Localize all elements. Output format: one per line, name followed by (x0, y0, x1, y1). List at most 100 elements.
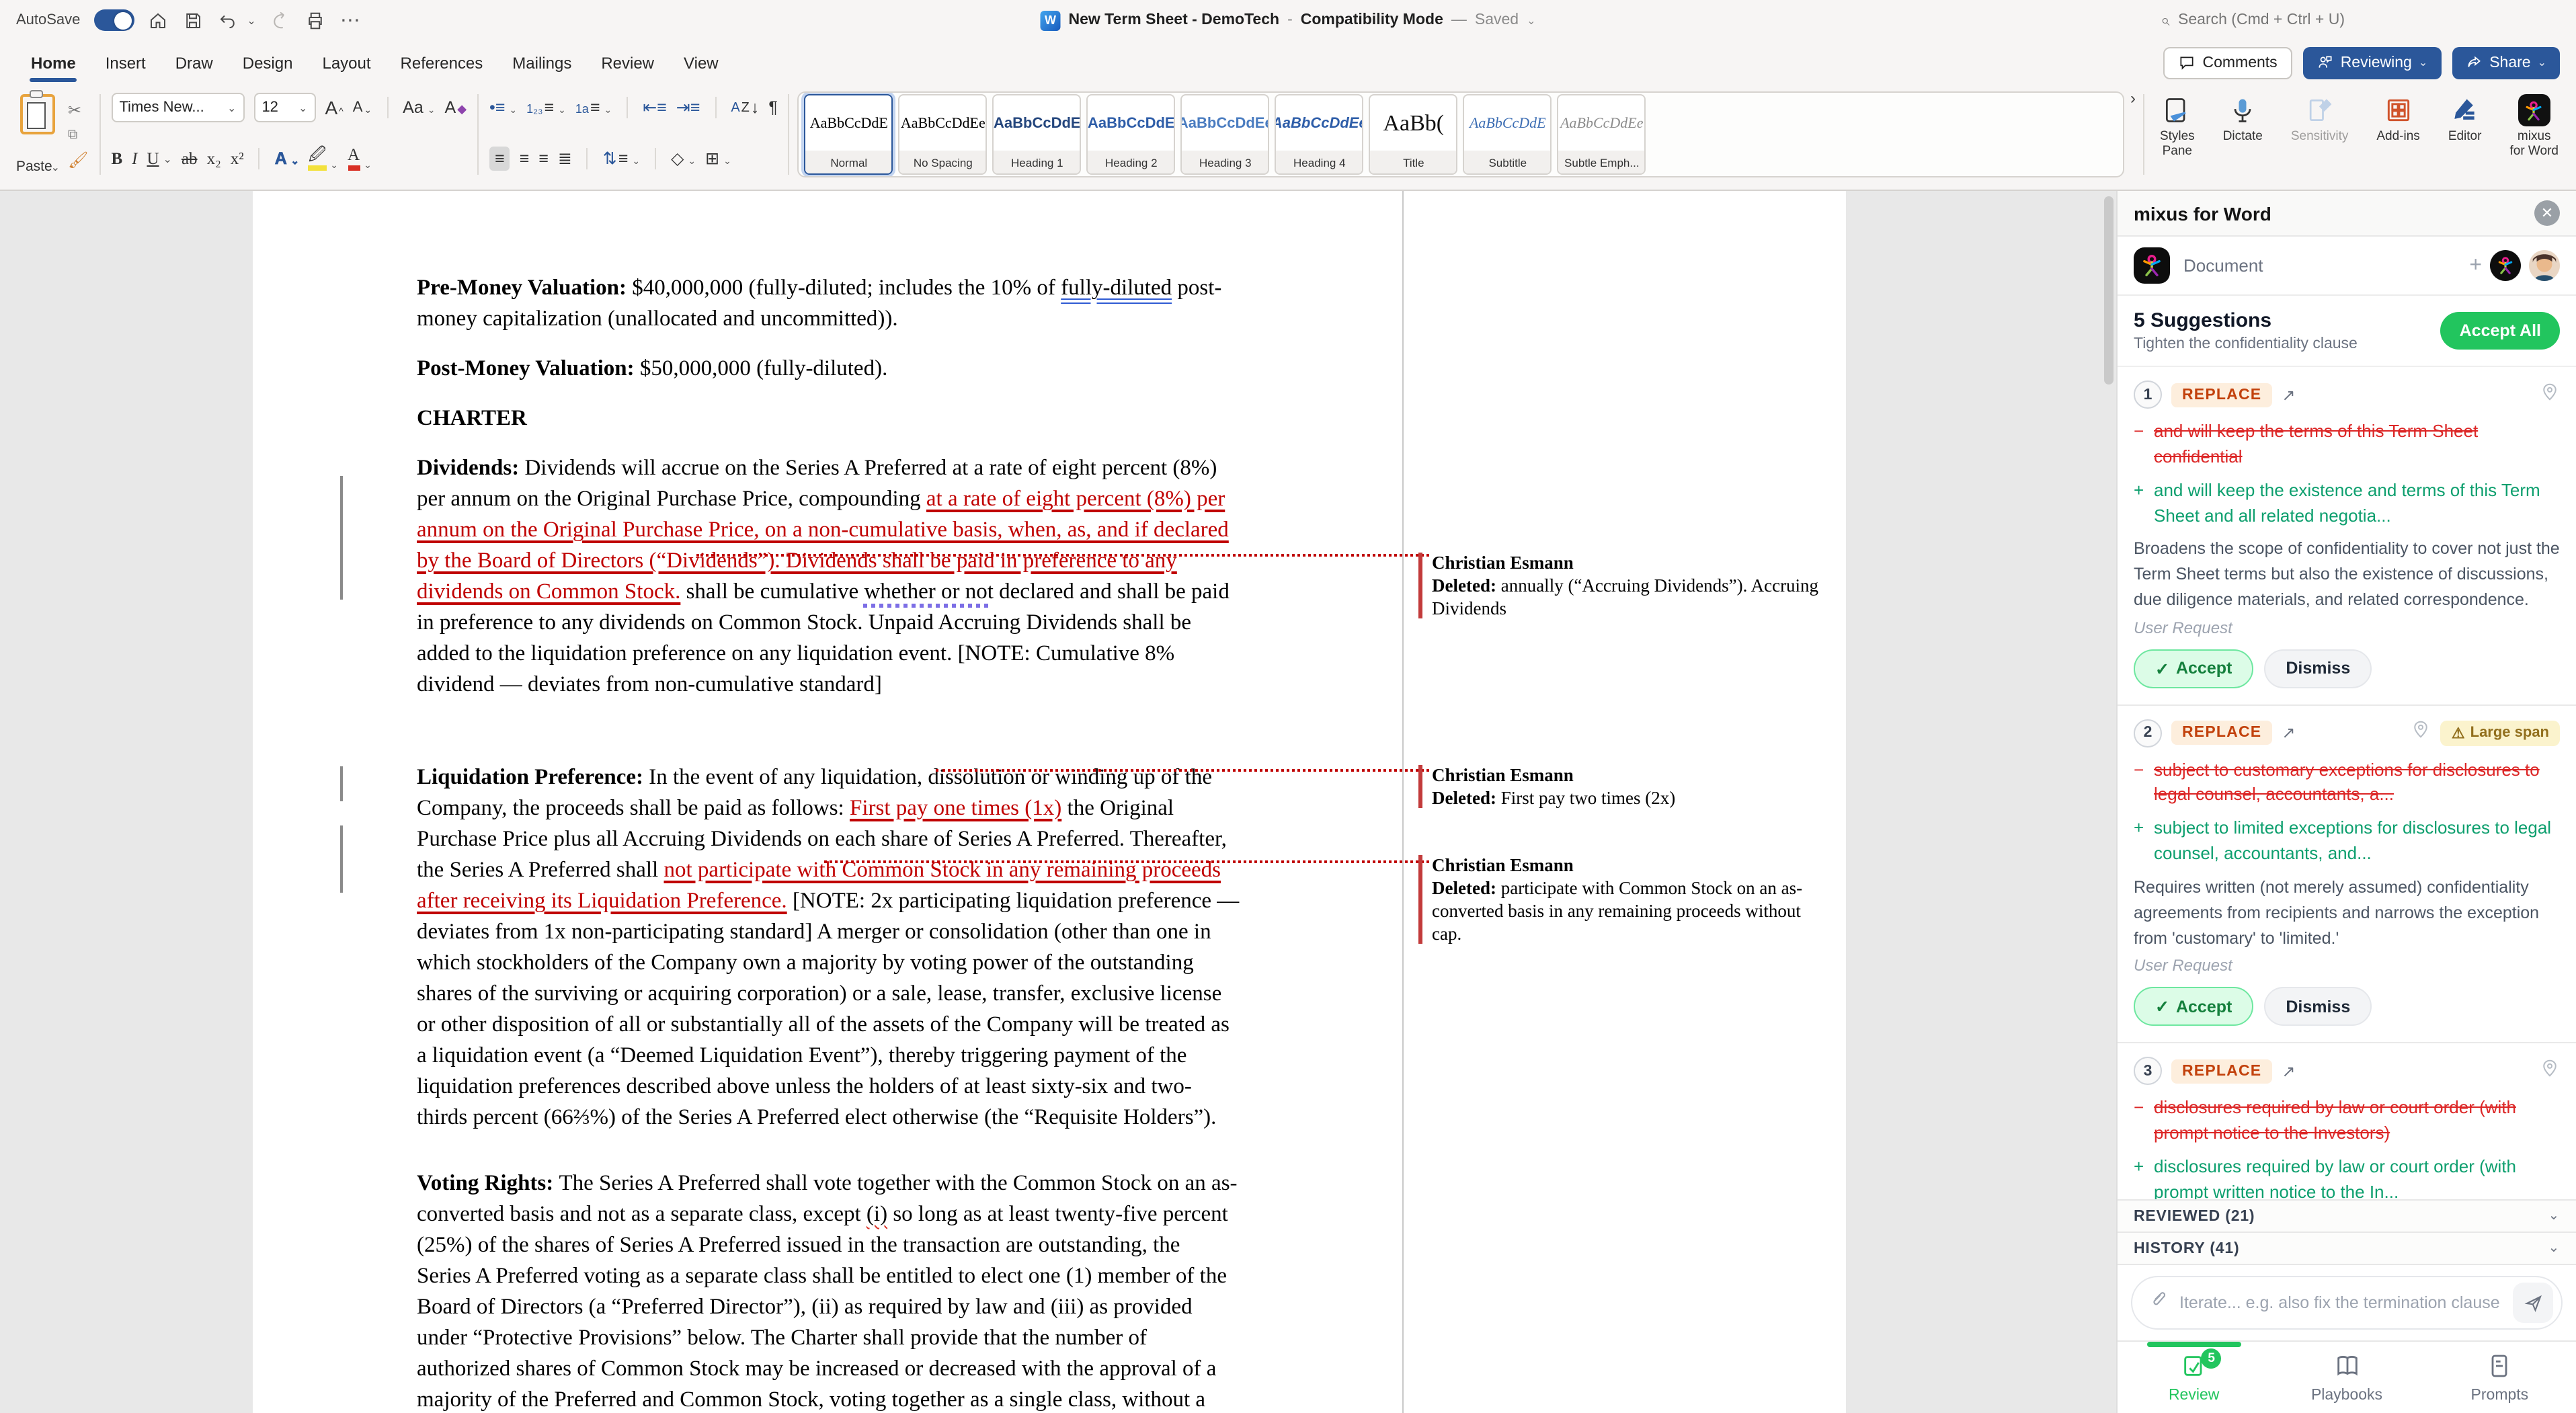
accept-button[interactable]: ✓Accept (2134, 987, 2253, 1026)
document-page[interactable]: Pre-Money Valuation: $40,000,000 (fully-… (253, 191, 1846, 1413)
ribbon-tab-draw[interactable]: Draw (161, 45, 228, 80)
ribbon-tab-home[interactable]: Home (16, 45, 91, 80)
comment-balloon[interactable]: Christian EsmannDeleted: annually (“Accr… (1418, 551, 1819, 620)
style-heading-1[interactable]: AaBbCcDdEHeading 1 (993, 94, 1082, 175)
ribbon-tab-references[interactable]: References (386, 45, 498, 80)
iterate-input[interactable]: Iterate... e.g. also fix the termination… (2131, 1276, 2563, 1330)
reviewing-button[interactable]: Reviewing⌄ (2303, 46, 2442, 79)
close-icon[interactable]: ✕ (2534, 200, 2560, 226)
dictate-button[interactable]: Dictate (2214, 89, 2272, 145)
ribbon-tab-view[interactable]: View (669, 45, 733, 80)
styles-gallery-expand-icon[interactable]: › (2128, 89, 2138, 180)
grow-font-button[interactable]: A^ (325, 98, 343, 117)
comment-balloon[interactable]: Christian EsmannDeleted: First pay two t… (1418, 764, 1819, 809)
location-pin-icon[interactable] (2411, 719, 2431, 746)
mixus-addin-button[interactable]: mixus for Word (2500, 89, 2568, 160)
align-left-button[interactable]: ≡ (489, 147, 510, 171)
shrink-font-button[interactable]: A⌄ (353, 100, 372, 115)
attach-icon[interactable] (2148, 1289, 2169, 1316)
location-pin-icon[interactable] (2540, 381, 2560, 408)
copy-icon[interactable]: ⧉ (68, 127, 88, 142)
goto-location-icon[interactable]: ↗ (2282, 385, 2295, 404)
home-icon[interactable] (147, 9, 169, 31)
align-center-button[interactable]: ≡ (520, 151, 530, 167)
history-section-header[interactable]: HISTORY (41)⌄ (2118, 1232, 2576, 1264)
paragraph-charter: CHARTER (417, 402, 1240, 433)
decrease-indent-icon[interactable]: ⇤≡ (643, 99, 667, 116)
increase-indent-icon[interactable]: ⇥≡ (676, 99, 700, 116)
sort-button[interactable]: AZ↓ (731, 99, 759, 116)
goto-location-icon[interactable]: ↗ (2282, 723, 2295, 742)
italic-button[interactable]: I (132, 151, 137, 167)
autosave-toggle[interactable] (93, 9, 134, 31)
accept-button[interactable]: ✓Accept (2134, 649, 2253, 688)
sidebar-tab-review[interactable]: 5Review (2118, 1342, 2270, 1413)
cut-icon[interactable]: ✂ (68, 100, 88, 119)
document-text[interactable]: Pre-Money Valuation: $40,000,000 (fully-… (417, 272, 1240, 1413)
superscript-button[interactable]: x² (231, 151, 244, 167)
location-pin-icon[interactable] (2540, 1058, 2560, 1085)
sidebar-tab-prompts[interactable]: Prompts (2423, 1342, 2576, 1413)
style-title[interactable]: AaBb(Title (1369, 94, 1458, 175)
accept-all-button[interactable]: Accept All (2441, 312, 2560, 350)
comments-button[interactable]: Comments (2163, 46, 2292, 79)
pilcrow-button[interactable]: ¶ (768, 99, 777, 116)
dismiss-button[interactable]: Dismiss (2264, 649, 2372, 688)
user-avatar[interactable] (2529, 250, 2560, 281)
ribbon-tab-design[interactable]: Design (228, 45, 308, 80)
text-effects-button[interactable]: A⌄ (275, 151, 299, 167)
style-normal[interactable]: AaBbCcDdENormal (805, 94, 893, 175)
clear-formatting-button[interactable]: A◆ (445, 99, 467, 116)
bullet-list-button[interactable]: •≡⌄ (489, 99, 517, 116)
style-no-spacing[interactable]: AaBbCcDdEeNo Spacing (899, 94, 988, 175)
dismiss-button[interactable]: Dismiss (2264, 987, 2372, 1026)
saved-chevron-icon[interactable]: ⌄ (1527, 14, 1535, 26)
change-case-button[interactable]: Aa⌄ (403, 99, 435, 116)
line-spacing-button[interactable]: ⇅≡⌄ (603, 151, 640, 167)
numbered-list-button[interactable]: 1₂₃≡⌄ (526, 99, 566, 116)
undo-chevron-icon[interactable]: ⌄ (247, 14, 255, 26)
subscript-button[interactable]: x₂ (207, 151, 221, 167)
ribbon-tab-mailings[interactable]: Mailings (497, 45, 586, 80)
mixus-avatar[interactable] (2490, 250, 2521, 281)
search-bar[interactable]: ⌕ Search (Cmd + Ctrl + U) (2161, 10, 2560, 30)
style-heading-2[interactable]: AaBbCcDdEHeading 2 (1087, 94, 1176, 175)
reviewed-section-header[interactable]: REVIEWED (21)⌄ (2118, 1199, 2576, 1232)
editor-button[interactable]: Editor (2439, 89, 2491, 145)
undo-icon[interactable] (217, 9, 239, 31)
share-button[interactable]: Share⌄ (2452, 46, 2560, 79)
ribbon-tab-layout[interactable]: Layout (307, 45, 385, 80)
add-icon[interactable]: + (2469, 253, 2482, 278)
save-icon[interactable] (182, 9, 204, 31)
sidebar-tab-playbooks[interactable]: Playbooks (2270, 1342, 2423, 1413)
format-painter-icon[interactable]: 🖌︎ (68, 150, 88, 169)
style-heading-4[interactable]: AaBbCcDdEeHeading 4 (1275, 94, 1364, 175)
add-ins-button[interactable]: Add-ins (2367, 89, 2429, 145)
align-right-button[interactable]: ≡ (538, 151, 549, 167)
bold-button[interactable]: B (111, 151, 122, 167)
comment-balloon[interactable]: Christian EsmannDeleted: participate wit… (1418, 854, 1819, 945)
style-subtle-emph-[interactable]: AaBbCcDdEeSubtle Emph... (1558, 94, 1646, 175)
document-scrollbar[interactable] (2104, 196, 2114, 385)
ribbon-tab-insert[interactable]: Insert (91, 45, 161, 80)
font-name-combo[interactable]: Times New...⌄ (111, 93, 244, 122)
print-icon[interactable] (305, 9, 326, 31)
highlight-button[interactable]: 🖉︎⌄ (309, 147, 338, 171)
font-size-combo[interactable]: 12⌄ (253, 93, 315, 122)
style-heading-3[interactable]: AaBbCcDdEeHeading 3 (1181, 94, 1270, 175)
ribbon-tab-review[interactable]: Review (586, 45, 669, 80)
underline-button[interactable]: U (147, 151, 159, 167)
shading-button[interactable]: ◇⌄ (671, 151, 696, 167)
borders-button[interactable]: ⊞⌄ (705, 151, 731, 167)
text-run: Post-Money Valuation: (417, 355, 640, 380)
justify-button[interactable]: ≣ (558, 151, 572, 167)
paste-button[interactable]: Paste ⌄ (13, 91, 63, 177)
more-options-icon[interactable]: ⋯ (339, 9, 361, 31)
multilevel-list-button[interactable]: 1a≡⌄ (575, 99, 612, 116)
font-color-button[interactable]: A⌄ (348, 147, 372, 171)
goto-location-icon[interactable]: ↗ (2282, 1062, 2295, 1081)
style-subtitle[interactable]: AaBbCcDdESubtitle (1463, 94, 1552, 175)
styles-pane-button[interactable]: Styles Pane (2150, 89, 2204, 160)
send-icon[interactable] (2513, 1283, 2553, 1323)
strikethrough-button[interactable]: ab (182, 151, 198, 167)
